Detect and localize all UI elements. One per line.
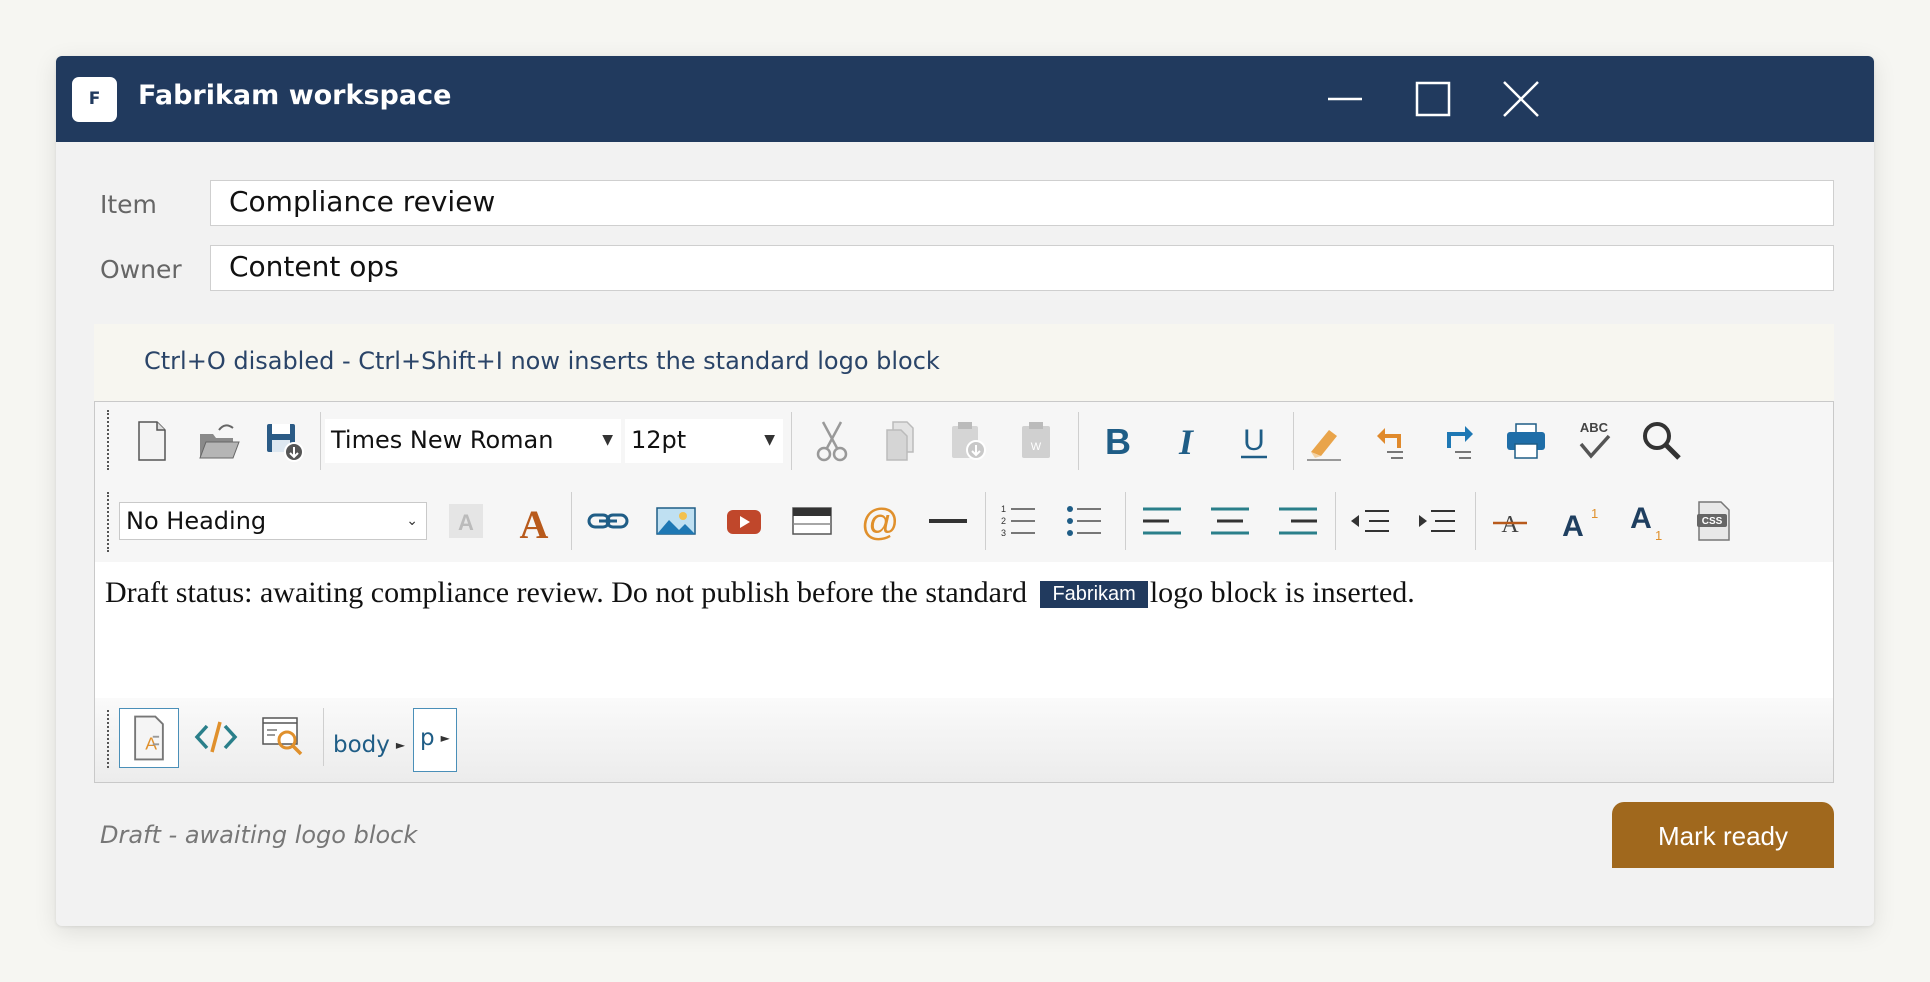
video-icon[interactable] xyxy=(721,498,767,544)
shortcut-hint-bar: Ctrl+O disabled - Ctrl+Shift+I now inser… xyxy=(94,324,1834,404)
svg-text:A: A xyxy=(1562,510,1584,543)
item-field[interactable]: Compliance review xyxy=(210,180,1834,226)
toolbar-grip[interactable] xyxy=(107,410,109,470)
minimize-icon[interactable] xyxy=(1320,74,1370,124)
logo-placeholder-chip[interactable]: Fabrikam xyxy=(1040,581,1148,608)
strikethrough-icon[interactable]: A xyxy=(1487,498,1533,544)
owner-field[interactable]: Content ops xyxy=(210,245,1834,291)
svg-text:W: W xyxy=(1031,441,1042,453)
undo-icon[interactable] xyxy=(1369,418,1415,464)
svg-text:I: I xyxy=(1178,422,1195,462)
svg-text:@: @ xyxy=(861,502,900,544)
close-icon[interactable] xyxy=(1496,74,1546,124)
email-link-icon[interactable]: @ xyxy=(857,498,903,544)
align-center-icon[interactable] xyxy=(1207,498,1253,544)
svg-text:1: 1 xyxy=(1001,504,1006,514)
link-icon[interactable] xyxy=(585,498,631,544)
underline-icon[interactable]: U xyxy=(1231,418,1277,464)
clear-format-icon[interactable] xyxy=(1301,418,1347,464)
breadcrumb-body[interactable]: body ► xyxy=(333,716,405,778)
svg-text:A: A xyxy=(458,510,474,535)
table-icon[interactable] xyxy=(789,498,835,544)
rich-text-editor: Times New Roman ▼ 12pt ▼ W B I U ABC No … xyxy=(94,401,1834,783)
svg-text:A: A xyxy=(1501,512,1519,538)
svg-text:A: A xyxy=(1630,502,1652,535)
item-label: Item xyxy=(100,190,157,219)
breadcrumb-p[interactable]: p ► xyxy=(413,708,457,772)
svg-text:CSS: CSS xyxy=(1702,516,1723,527)
app-icon: F xyxy=(72,77,117,122)
print-icon[interactable] xyxy=(1503,418,1549,464)
outdent-icon[interactable] xyxy=(1347,498,1393,544)
open-folder-icon[interactable] xyxy=(195,418,241,464)
toolbar-grip[interactable] xyxy=(107,492,109,552)
preview-icon[interactable] xyxy=(259,712,305,758)
horizontal-rule-icon[interactable] xyxy=(925,498,971,544)
html-view-icon[interactable] xyxy=(193,714,239,760)
svg-text:B: B xyxy=(1105,421,1131,462)
paste-from-word-icon[interactable]: W xyxy=(1013,418,1059,464)
editor-content[interactable]: Draft status: awaiting compliance review… xyxy=(95,562,1833,698)
content-paragraph[interactable]: Draft status: awaiting compliance review… xyxy=(105,576,1415,610)
italic-icon[interactable]: I xyxy=(1163,418,1209,464)
mark-ready-button[interactable]: Mark ready xyxy=(1612,802,1834,868)
paragraph-text-end: logo block is inserted. xyxy=(1149,576,1415,609)
svg-text:1: 1 xyxy=(1655,528,1662,543)
subscript-icon[interactable]: A1 xyxy=(1623,498,1669,544)
image-icon[interactable] xyxy=(653,498,699,544)
css-icon[interactable]: CSS xyxy=(1691,498,1737,544)
editor-statusbar: A body ► p ► xyxy=(95,698,1833,782)
superscript-icon[interactable]: A1 xyxy=(1555,498,1601,544)
svg-text:2: 2 xyxy=(1001,516,1006,526)
statusbar-grip[interactable] xyxy=(107,710,109,768)
redo-icon[interactable] xyxy=(1435,418,1481,464)
window-title: Fabrikam workspace xyxy=(138,80,452,111)
toolbar-row-1: Times New Roman ▼ 12pt ▼ W B I U ABC xyxy=(95,402,1833,480)
highlight-color-icon[interactable]: A xyxy=(443,498,489,544)
app-window: F Fabrikam workspace Item Compliance rev… xyxy=(56,56,1874,926)
shortcut-hint: Ctrl+O disabled - Ctrl+Shift+I now inser… xyxy=(144,347,940,375)
paragraph-text: Draft status: awaiting compliance review… xyxy=(105,576,1027,609)
align-right-icon[interactable] xyxy=(1275,498,1321,544)
owner-label: Owner xyxy=(100,255,182,284)
svg-text:1: 1 xyxy=(1591,506,1598,521)
unordered-list-icon[interactable] xyxy=(1061,498,1107,544)
svg-text:3: 3 xyxy=(1001,528,1006,538)
font-family-select[interactable]: Times New Roman ▼ xyxy=(325,419,621,463)
new-document-icon[interactable] xyxy=(129,418,175,464)
font-size-select[interactable]: 12pt ▼ xyxy=(625,419,783,463)
copy-icon[interactable] xyxy=(877,418,923,464)
draft-status: Draft - awaiting logo block xyxy=(100,821,418,849)
design-view-icon[interactable]: A xyxy=(119,708,179,768)
ordered-list-icon[interactable]: 1 2 3 xyxy=(995,498,1041,544)
save-icon[interactable] xyxy=(261,418,307,464)
toolbar-row-2: No Heading ⌄ A A @ 1 2 3 A A 1 A 1 CSS xyxy=(95,480,1833,562)
align-left-icon[interactable] xyxy=(1139,498,1185,544)
heading-select[interactable]: No Heading ⌄ xyxy=(119,502,427,540)
svg-text:U: U xyxy=(1243,424,1265,457)
title-bar: F Fabrikam workspace xyxy=(56,56,1874,142)
maximize-icon[interactable] xyxy=(1408,74,1458,124)
cut-icon[interactable] xyxy=(809,418,855,464)
spell-check-icon[interactable]: ABC xyxy=(1571,418,1617,464)
paste-special-icon[interactable] xyxy=(945,418,991,464)
bold-icon[interactable]: B xyxy=(1095,418,1141,464)
font-color-icon[interactable]: A xyxy=(511,498,557,544)
svg-text:ABC: ABC xyxy=(1580,420,1609,435)
svg-text:A: A xyxy=(520,502,549,544)
indent-icon[interactable] xyxy=(1413,498,1459,544)
find-icon[interactable] xyxy=(1639,418,1685,464)
